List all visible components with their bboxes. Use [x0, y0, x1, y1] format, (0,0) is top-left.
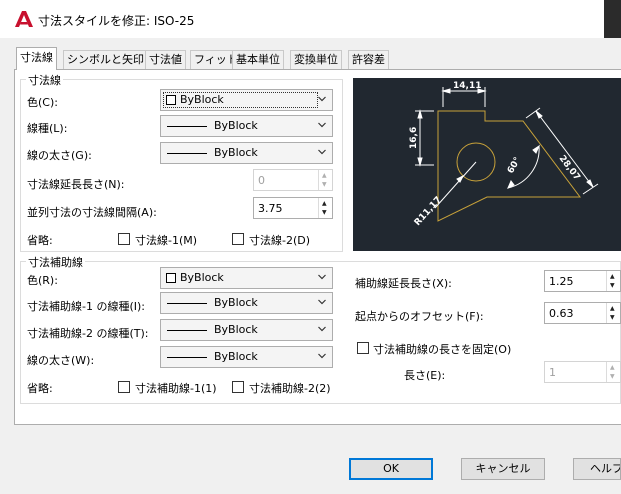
- preview-dim-top: 14,11: [453, 81, 481, 91]
- length-spinner[interactable]: 1 ▲ ▼: [544, 361, 621, 383]
- ext-lineweight-value: ByBlock: [214, 350, 258, 363]
- chevron-down-icon: [318, 299, 326, 305]
- dim-extend-label: 寸法線延長長さ(N):: [27, 178, 125, 191]
- cancel-button[interactable]: キャンセル: [461, 458, 545, 480]
- tab-primary-units[interactable]: 基本単位: [232, 50, 284, 69]
- chevron-down-icon: [318, 96, 326, 102]
- window-title: 寸法スタイルを修正: ISO-25: [38, 14, 195, 28]
- tab-dimension-lines[interactable]: 寸法線: [16, 47, 57, 70]
- dim-extend-spinner[interactable]: 0 ▲ ▼: [253, 169, 333, 191]
- chevron-down-icon: [318, 353, 326, 359]
- ok-button[interactable]: OK: [349, 458, 433, 480]
- dim-lineweight-value: ByBlock: [214, 146, 258, 159]
- dim-suppress-label: 省略:: [27, 234, 53, 247]
- length-value: 1: [549, 366, 556, 379]
- chevron-down-icon: [318, 149, 326, 155]
- ext-lines-group-title: 寸法補助線: [26, 254, 85, 270]
- suppress-dim-line-2-checkbox[interactable]: [232, 233, 244, 245]
- ext-linetype1-select[interactable]: ByBlock: [160, 292, 333, 314]
- background-window-edge: [604, 0, 621, 38]
- preview-dim-left: 16,6: [409, 127, 419, 149]
- linetype-sample: [167, 330, 207, 331]
- ext-color-select[interactable]: ByBlock: [160, 267, 333, 289]
- linetype-sample: [167, 126, 207, 127]
- extend-beyond-value: 1.25: [549, 275, 574, 288]
- extend-beyond-spinner[interactable]: 1.25 ▲ ▼: [544, 270, 621, 292]
- dim-color-select[interactable]: ByBlock: [160, 89, 333, 111]
- linetype-sample: [167, 303, 207, 304]
- offset-value: 0.63: [549, 307, 574, 320]
- chevron-down-icon: [318, 274, 326, 280]
- tab-text[interactable]: 寸法値: [145, 50, 186, 69]
- suppress-ext-line-2-checkbox[interactable]: [232, 381, 244, 393]
- ext-lineweight-label: 線の太さ(W):: [27, 354, 95, 367]
- lineweight-sample: [167, 153, 207, 154]
- dim-lineweight-select[interactable]: ByBlock: [160, 142, 333, 164]
- baseline-spacing-label: 並列寸法の寸法線間隔(A):: [27, 206, 157, 219]
- extend-beyond-label: 補助線延長長さ(X):: [355, 277, 452, 290]
- dim-color-value: ByBlock: [180, 93, 224, 106]
- color-swatch: [166, 273, 176, 283]
- lineweight-sample: [167, 357, 207, 358]
- suppress-dim-line-1-checkbox[interactable]: [118, 233, 130, 245]
- ext-color-label: 色(R):: [27, 274, 58, 287]
- dim-lineweight-label: 線の太さ(G):: [27, 149, 92, 162]
- preview-dim-radius: R11,17: [413, 195, 444, 228]
- suppress-dim-line-2-label: 寸法線-2(D): [249, 234, 311, 247]
- dim-color-label: 色(C):: [27, 96, 58, 109]
- spinner-buttons[interactable]: ▲ ▼: [318, 198, 332, 218]
- suppress-ext-line-1-label: 寸法補助線-1(1): [135, 382, 217, 395]
- dim-lines-group-title: 寸法線: [26, 72, 63, 88]
- suppress-ext-line-1-checkbox[interactable]: [118, 381, 130, 393]
- preview-dim-angle: 60°: [506, 156, 523, 176]
- spinner-buttons[interactable]: ▲ ▼: [606, 303, 620, 323]
- spinner-buttons[interactable]: ▲ ▼: [318, 170, 332, 190]
- dim-linetype-select[interactable]: ByBlock: [160, 115, 333, 137]
- ext-linetype1-value: ByBlock: [214, 296, 258, 309]
- dim-linetype-label: 線種(L):: [27, 122, 68, 135]
- baseline-spacing-value: 3.75: [258, 202, 283, 215]
- ext-linetype2-select[interactable]: ByBlock: [160, 319, 333, 341]
- fixed-length-checkbox[interactable]: [357, 342, 369, 354]
- fixed-length-label: 寸法補助線の長さを固定(O): [373, 343, 512, 356]
- chevron-down-icon: [318, 326, 326, 332]
- suppress-dim-line-1-label: 寸法線-1(M): [135, 234, 198, 247]
- tab-tolerances[interactable]: 許容差: [348, 50, 389, 69]
- suppress-ext-line-2-label: 寸法補助線-2(2): [249, 382, 331, 395]
- dim-extend-value: 0: [258, 174, 265, 187]
- dimension-preview: 14,11 16,6 28,07 60° R11,17: [353, 78, 621, 251]
- ext-linetype2-label: 寸法補助線-2 の線種(T):: [27, 327, 149, 340]
- offset-spinner[interactable]: 0.63 ▲ ▼: [544, 302, 621, 324]
- dim-linetype-value: ByBlock: [214, 119, 258, 132]
- ext-color-value: ByBlock: [180, 271, 224, 284]
- autocad-logo-icon: [15, 11, 33, 27]
- help-button[interactable]: ヘルプ: [573, 458, 621, 480]
- ext-linetype2-value: ByBlock: [214, 323, 258, 336]
- offset-label: 起点からのオフセット(F):: [355, 310, 484, 323]
- preview-dimensions: [415, 87, 599, 209]
- chevron-down-icon: [318, 122, 326, 128]
- length-label: 長さ(E):: [404, 369, 446, 382]
- ext-suppress-label: 省略:: [27, 382, 53, 395]
- preview-dim-aligned: 28,07: [557, 154, 582, 183]
- color-swatch: [166, 95, 176, 105]
- spinner-buttons[interactable]: ▲ ▼: [606, 271, 620, 291]
- baseline-spacing-spinner[interactable]: 3.75 ▲ ▼: [253, 197, 333, 219]
- ext-lineweight-select[interactable]: ByBlock: [160, 346, 333, 368]
- tab-alternate-units[interactable]: 変換単位: [290, 50, 342, 69]
- ext-linetype1-label: 寸法補助線-1 の線種(I):: [27, 300, 145, 313]
- tab-symbols-arrows[interactable]: シンボルと矢印: [63, 50, 148, 69]
- spinner-buttons[interactable]: ▲ ▼: [606, 362, 620, 382]
